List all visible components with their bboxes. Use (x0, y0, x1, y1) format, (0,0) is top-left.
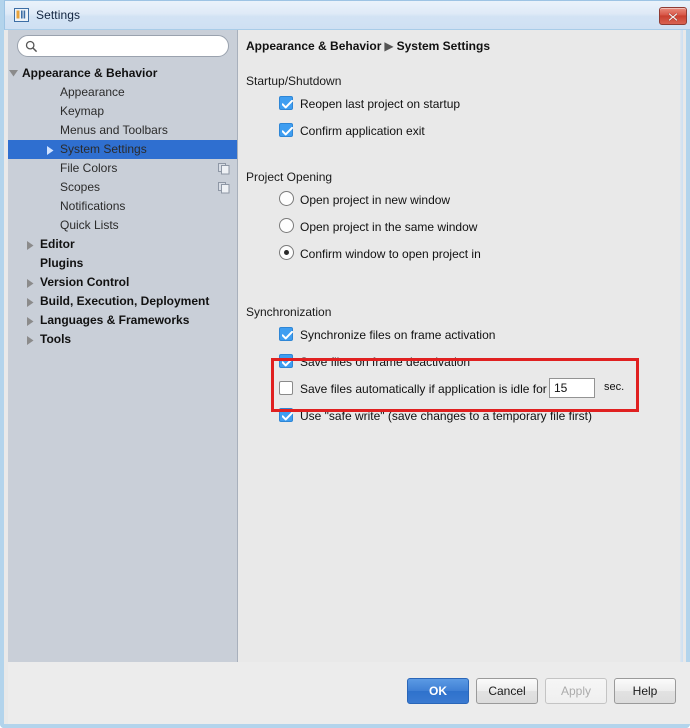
option-row[interactable]: Confirm application exit (246, 117, 630, 144)
sidebar-item-label: Notifications (60, 199, 126, 213)
dialog-button-bar: OK Cancel Apply Help (8, 662, 690, 724)
breadcrumb: Appearance & Behavior ▶ System Settings (246, 39, 490, 53)
option-row[interactable]: Confirm window to open project in (246, 240, 630, 267)
sidebar-item-appearance-behavior[interactable]: Appearance & Behavior (8, 64, 237, 83)
sidebar-item-quick-lists[interactable]: Quick Lists (8, 216, 237, 235)
chevron-right-icon[interactable] (25, 311, 37, 330)
sidebar-item-system-settings[interactable]: System Settings (8, 140, 237, 159)
sidebar-item-languages-frameworks[interactable]: Languages & Frameworks (8, 311, 237, 330)
option-row[interactable]: Open project in new window (246, 186, 630, 213)
section-project-opening: Project Opening Open project in new windo… (246, 170, 630, 267)
sidebar-item-label: Appearance (60, 85, 125, 99)
option-label: Reopen last project on startup (300, 96, 461, 111)
sidebar-item-label: File Colors (60, 161, 118, 175)
sidebar-item-label: Editor (40, 237, 75, 251)
option-row[interactable]: Use "safe write" (save changes to a temp… (246, 402, 630, 429)
sidebar-item-scopes[interactable]: Scopes (8, 178, 237, 197)
sidebar-item-build-execution-deployment[interactable]: Build, Execution, Deployment (8, 292, 237, 311)
search-box[interactable] (17, 35, 229, 57)
option-label: Save files automatically if application … (300, 381, 547, 396)
option-row[interactable]: Open project in the same window (246, 213, 630, 240)
window-title: Settings (36, 8, 81, 22)
apply-button: Apply (545, 678, 607, 704)
sidebar-item-label: Languages & Frameworks (40, 313, 190, 327)
sidebar-item-file-colors[interactable]: File Colors (8, 159, 237, 178)
intellij-logo-icon (14, 8, 31, 24)
sidebar-item-label: Appearance & Behavior (22, 66, 158, 80)
chevron-right-icon[interactable] (25, 330, 37, 349)
option-row[interactable]: Reopen last project on startup (246, 90, 630, 117)
checkbox-checked-icon[interactable] (279, 327, 293, 341)
sidebar-item-label: Menus and Toolbars (60, 123, 168, 137)
option-label: Confirm window to open project in (300, 246, 481, 261)
breadcrumb-leaf: System Settings (396, 39, 490, 53)
panel-edge (680, 30, 683, 662)
sidebar-item-editor[interactable]: Editor (8, 235, 237, 254)
sidebar-item-label: Scopes (60, 180, 101, 194)
radio-unselected-icon[interactable] (279, 218, 294, 233)
sidebar-item-version-control[interactable]: Version Control (8, 273, 237, 292)
title-bar: Settings (4, 0, 690, 30)
sidebar-item-label: Plugins (40, 256, 84, 270)
sidebar-item-label: Quick Lists (60, 218, 119, 232)
checkbox-checked-icon[interactable] (279, 354, 293, 368)
option-label: Open project in the same window (300, 219, 478, 234)
option-row[interactable]: Save files on frame deactivation (246, 348, 630, 375)
help-button[interactable]: Help (614, 678, 676, 704)
cancel-button[interactable]: Cancel (476, 678, 538, 704)
option-label: Synchronize files on frame activation (300, 327, 496, 342)
sidebar-item-notifications[interactable]: Notifications (8, 197, 237, 216)
idle-seconds-input[interactable] (549, 378, 595, 398)
section-synchronization: Synchronization Synchronize files on fram… (246, 305, 639, 429)
section-title: Synchronization (246, 305, 338, 319)
sidebar-item-plugins[interactable]: Plugins (8, 254, 237, 273)
chevron-right-icon[interactable] (25, 292, 37, 311)
sidebar-item-label: Keymap (60, 104, 105, 118)
sidebar-item-tools[interactable]: Tools (8, 330, 237, 349)
settings-tree: Appearance & Behavior Appearance Keymap Men… (8, 64, 237, 349)
checkbox-checked-icon[interactable] (279, 408, 293, 422)
search-input[interactable] (17, 35, 229, 57)
settings-sidebar: Appearance & Behavior Appearance Keymap Men… (8, 30, 238, 662)
copy-icon[interactable] (218, 181, 230, 194)
section-startup-shutdown: Startup/Shutdown Reopen last project on s… (246, 74, 630, 144)
close-icon[interactable] (659, 7, 687, 25)
copy-icon[interactable] (218, 162, 230, 175)
sidebar-item-label: Version Control (40, 275, 130, 289)
option-label: Open project in new window (300, 192, 451, 207)
sidebar-item-menus-and-toolbars[interactable]: Menus and Toolbars (8, 121, 237, 140)
sidebar-item-appearance[interactable]: Appearance (8, 83, 237, 102)
sidebar-item-keymap[interactable]: Keymap (8, 102, 237, 121)
ok-button[interactable]: OK (407, 678, 469, 704)
section-title: Project Opening (246, 170, 339, 184)
settings-content-panel: Appearance & Behavior ▶ System Settings St… (239, 30, 683, 662)
section-header: Startup/Shutdown (246, 74, 630, 90)
chevron-right-icon[interactable] (25, 235, 37, 254)
chevron-right-icon[interactable] (25, 273, 37, 292)
checkbox-checked-icon[interactable] (279, 123, 293, 137)
option-label: Confirm application exit (300, 123, 425, 138)
option-label: Save files on frame deactivation (300, 354, 471, 369)
section-title: Startup/Shutdown (246, 74, 348, 88)
idle-seconds-unit: sec. (604, 381, 625, 393)
section-header: Project Opening (246, 170, 630, 186)
option-label: Use "safe write" (save changes to a temp… (300, 408, 592, 423)
sidebar-item-label: Tools (40, 332, 72, 346)
option-row[interactable]: Synchronize files on frame activation (246, 321, 630, 348)
sidebar-item-label: System Settings (60, 142, 147, 156)
breadcrumb-root: Appearance & Behavior (246, 39, 382, 53)
settings-dialog: Settings Appearance & Behavior Appearance… (0, 0, 690, 728)
radio-selected-icon[interactable] (279, 245, 294, 260)
chevron-down-icon[interactable] (8, 64, 19, 83)
radio-unselected-icon[interactable] (279, 191, 294, 206)
checkbox-checked-icon[interactable] (279, 96, 293, 110)
chevron-right-icon[interactable] (45, 140, 57, 159)
sidebar-item-label: Build, Execution, Deployment (40, 294, 210, 308)
breadcrumb-separator-icon: ▶ (384, 39, 394, 53)
checkbox-unchecked-icon[interactable] (279, 381, 293, 395)
section-header: Synchronization (246, 305, 630, 321)
option-row[interactable]: Save files automatically if application … (246, 375, 630, 402)
